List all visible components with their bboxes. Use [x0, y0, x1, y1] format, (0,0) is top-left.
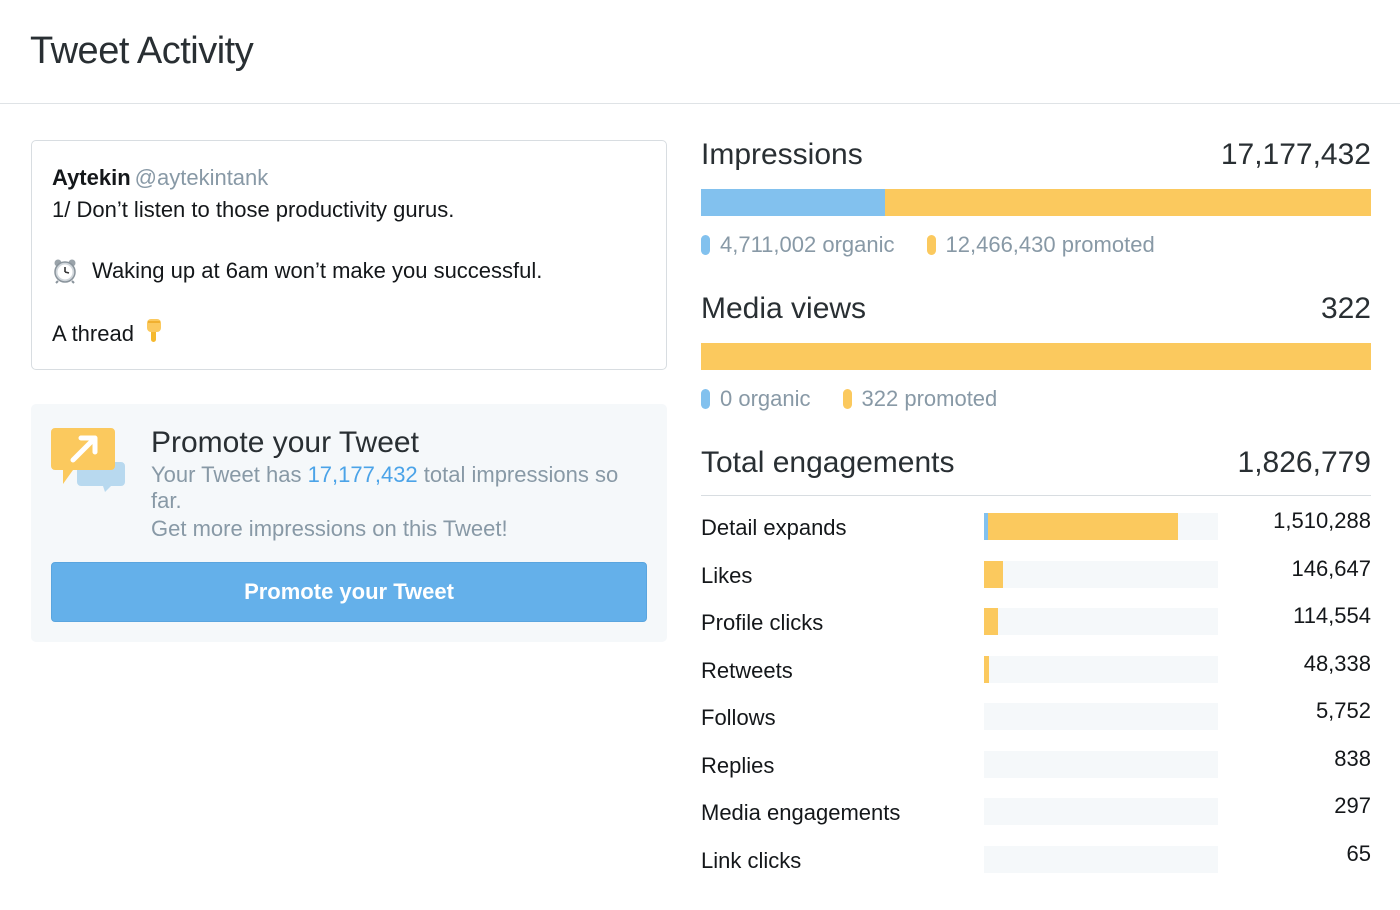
promote-description: Your Tweet has 17,177,432 total impressi…: [151, 462, 641, 514]
engagement-value: 65: [1346, 840, 1371, 866]
media-views-organic-legend: 0 organic: [701, 386, 811, 412]
engagement-promoted-fill: [984, 513, 1179, 540]
promote-cta-text: Get more impressions on this Tweet!: [151, 516, 508, 541]
promoted-pill-icon: [926, 235, 936, 255]
impressions-organic-text: 4,711,002 organic: [720, 232, 895, 257]
total-engagements-label: Total engagements: [701, 446, 955, 479]
media-views-organic-text: 0 organic: [720, 386, 811, 411]
impressions-legend: 4,711,002 organic 12,466,430 promoted: [701, 230, 1187, 260]
engagement-row: Likes 146,647: [701, 556, 1371, 608]
promote-panel: Promote your Tweet Your Tweet has 17,177…: [31, 404, 667, 642]
impressions-value: 17,177,432: [1220, 138, 1371, 171]
author-handle[interactable]: @aytekintank: [135, 165, 269, 190]
engagement-bar-track: [984, 560, 1218, 588]
organic-pill-icon: [701, 389, 710, 409]
impressions-bar: [701, 189, 1371, 216]
engagement-row: Link clicks 65: [701, 841, 1371, 893]
tweet-line-3: A thread: [52, 317, 646, 351]
media-views-promoted-legend: 322 promoted: [842, 386, 998, 412]
impressions-organic-legend: 4,711,002 organic: [701, 232, 895, 258]
impressions-promoted-legend: 12,466,430 promoted: [926, 232, 1155, 258]
promote-title: Promote your Tweet: [151, 426, 419, 459]
engagement-row: Detail expands 1,510,288: [701, 508, 1371, 560]
engagement-label: Detail expands: [701, 515, 847, 540]
engagement-bar-track: [984, 608, 1218, 635]
total-engagements-value: 1,826,779: [1237, 446, 1371, 479]
tweet-line-2: Waking up at 6am won’t make you successf…: [52, 256, 646, 286]
engagement-label: Link clicks: [701, 847, 802, 873]
engagement-value: 838: [1334, 745, 1371, 771]
engagement-label: Profile clicks: [701, 610, 824, 635]
engagement-bar-track: [984, 513, 1218, 540]
engagements-divider: [701, 495, 1371, 496]
engagement-value: 297: [1334, 793, 1371, 818]
engagement-label: Media engagements: [701, 800, 901, 825]
media-views-bar: [701, 343, 1371, 370]
engagement-promoted-fill: [984, 655, 989, 683]
tweet-line-2-text: Waking up at 6am won’t make you successf…: [92, 258, 543, 283]
impressions-organic-fill: [701, 189, 885, 216]
engagement-bar-track: [984, 750, 1218, 778]
engagement-value: 114,554: [1293, 603, 1371, 628]
impressions-label: Impressions: [701, 138, 863, 171]
engagement-organic-fill: [984, 513, 988, 540]
engagement-label: Retweets: [701, 657, 793, 683]
promote-button[interactable]: Promote your Tweet: [51, 562, 647, 622]
promote-chat-arrow-icon: [51, 426, 127, 494]
engagement-value: 48,338: [1303, 650, 1371, 676]
tweet-author: Aytekin @aytekintank: [52, 163, 646, 193]
engagement-row: Replies 838: [701, 746, 1371, 798]
organic-pill-icon: [701, 235, 710, 255]
engagement-bar-track: [984, 703, 1218, 730]
engagement-value: 5,752: [1315, 698, 1371, 723]
media-views-promoted-text: 322 promoted: [861, 386, 998, 411]
engagement-promoted-fill: [984, 560, 1003, 588]
tweet-card[interactable]: Aytekin @aytekintank 1/ Don’t listen to t…: [31, 140, 667, 370]
media-views-legend: 0 organic 322 promoted: [701, 384, 1029, 414]
engagement-bar-track: [984, 798, 1218, 825]
engagement-value: 146,647: [1291, 555, 1371, 581]
engagement-label: Likes: [701, 562, 753, 588]
promoted-pill-icon: [842, 389, 852, 409]
tweet-line-1: 1/ Don’t listen to those productivity gu…: [52, 197, 455, 222]
engagement-label: Follows: [701, 705, 776, 730]
promote-text-before: Your Tweet has: [151, 462, 308, 487]
pointing-down-icon: [144, 317, 164, 351]
total-engagements-row: Total engagements 1,826,779: [701, 446, 1371, 486]
engagement-bar-track: [984, 655, 1218, 683]
alarm-clock-icon: [52, 258, 78, 284]
tweet-line-3-text: A thread: [52, 321, 134, 346]
media-views-value: 322: [1320, 292, 1371, 325]
engagement-row: Profile clicks 114,554: [701, 603, 1371, 655]
author-name[interactable]: Aytekin: [52, 165, 131, 190]
impressions-row: Impressions 17,177,432: [701, 138, 1371, 178]
page-header: Tweet Activity: [0, 0, 1400, 104]
engagement-row: Media engagements 297: [701, 793, 1371, 845]
promote-impressions: 17,177,432: [307, 462, 418, 487]
engagement-promoted-fill: [984, 608, 999, 635]
page-title: Tweet Activity: [30, 30, 254, 72]
media-views-label: Media views: [701, 292, 867, 325]
engagement-value: 1,510,288: [1273, 508, 1371, 533]
engagement-bar-track: [984, 845, 1218, 873]
engagement-label: Replies: [701, 752, 775, 778]
engagement-row: Retweets 48,338: [701, 651, 1371, 703]
engagement-row: Follows 5,752: [701, 698, 1371, 750]
media-views-row: Media views 322: [701, 292, 1371, 332]
impressions-promoted-text: 12,466,430 promoted: [945, 232, 1155, 257]
